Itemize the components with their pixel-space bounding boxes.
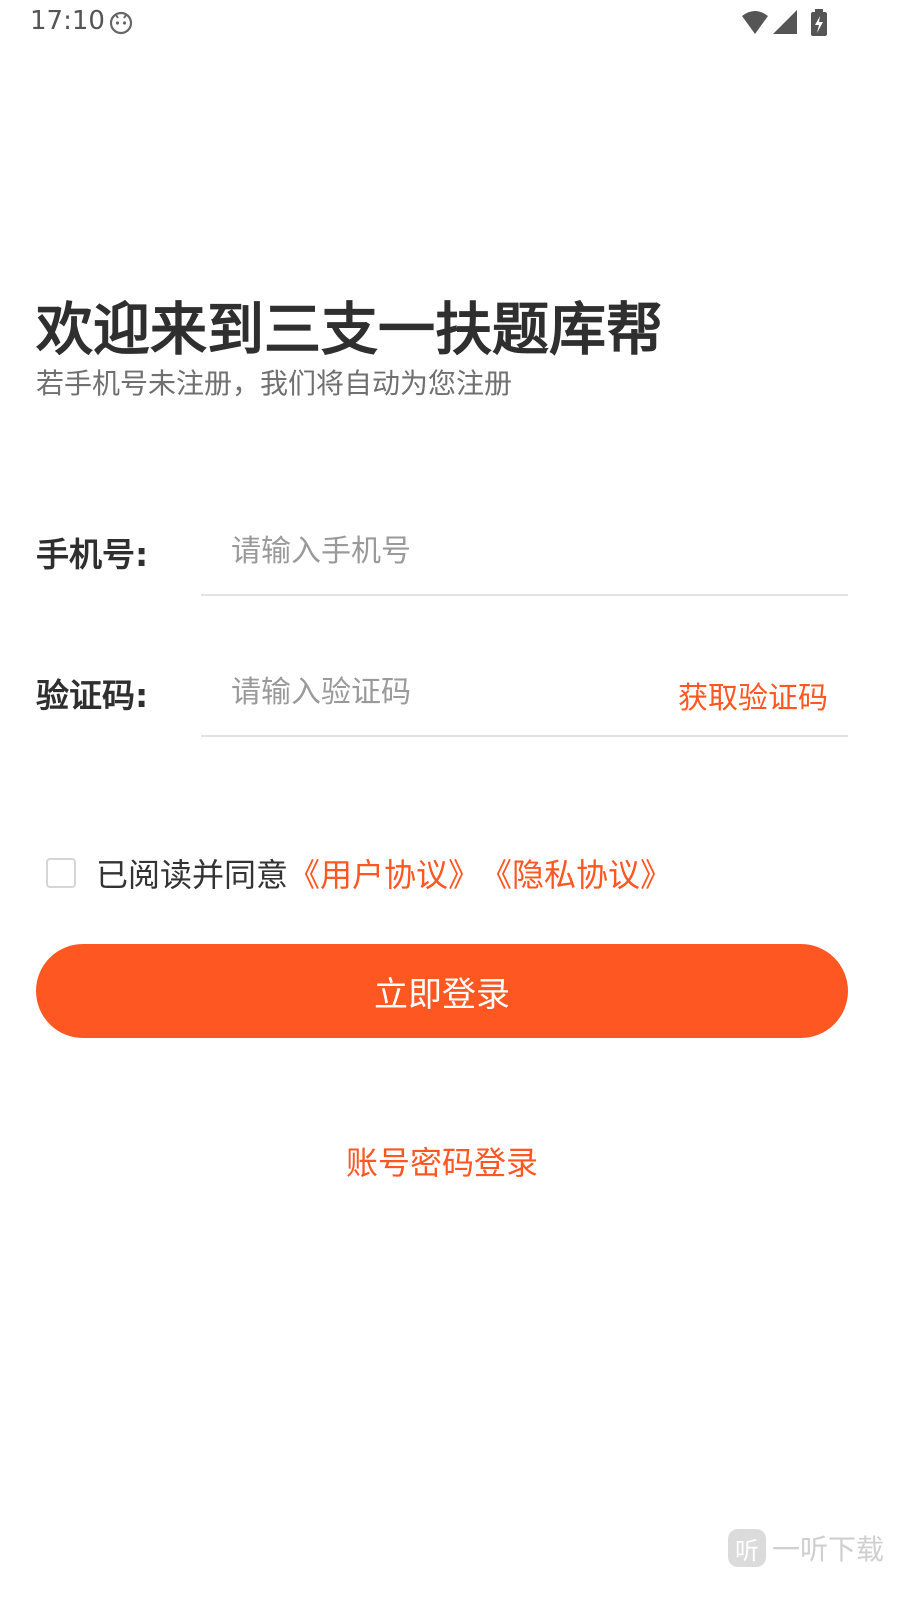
- code-label: 验证码:: [36, 676, 149, 715]
- agreement-checkbox[interactable]: [46, 858, 76, 888]
- code-input[interactable]: [231, 669, 631, 715]
- status-time: 17:10: [30, 6, 105, 36]
- phone-label: 手机号:: [36, 535, 149, 574]
- watermark: 听 一听下载: [728, 1528, 884, 1568]
- privacy-policy-link[interactable]: 《隐私协议》: [480, 850, 672, 896]
- password-login-link[interactable]: 账号密码登录: [0, 1138, 884, 1184]
- status-icons: [740, 8, 840, 40]
- phone-input[interactable]: [231, 528, 651, 574]
- code-field[interactable]: 获取验证码: [201, 647, 848, 737]
- android-face-icon: [109, 11, 133, 35]
- agreement-text: 已阅读并同意: [96, 856, 289, 894]
- watermark-logo-icon: 听: [728, 1529, 766, 1567]
- login-button[interactable]: 立即登录: [36, 944, 848, 1038]
- watermark-text: 一听下载: [772, 1533, 885, 1566]
- battery-charging-icon: [811, 9, 827, 36]
- user-agreement-link[interactable]: 《用户协议》: [288, 850, 480, 896]
- page-subtitle: 若手机号未注册，我们将自动为您注册: [36, 367, 513, 400]
- cellular-signal-icon: [773, 10, 797, 34]
- status-bar: 17:10: [0, 0, 900, 46]
- phone-field[interactable]: [201, 506, 848, 596]
- page-title: 欢迎来到三支一扶题库帮: [36, 297, 663, 363]
- agreement-row: 已阅读并同意 《用户协议》 《隐私协议》: [46, 848, 672, 898]
- get-code-button[interactable]: 获取验证码: [678, 673, 828, 717]
- wifi-icon: [742, 11, 768, 34]
